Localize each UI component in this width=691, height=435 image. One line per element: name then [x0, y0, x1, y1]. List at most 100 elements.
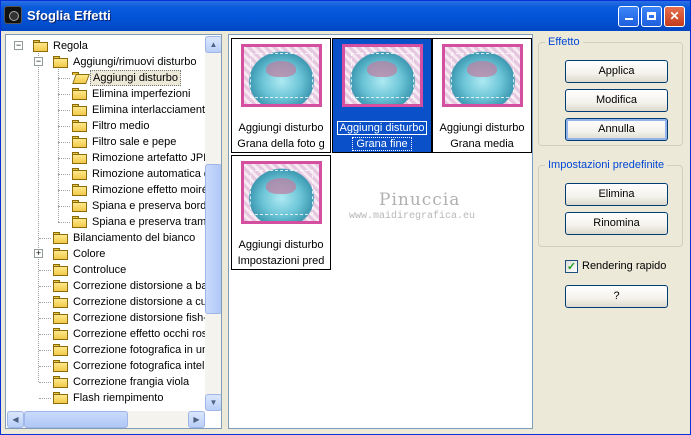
preset-card[interactable]: Aggiungi disturbo Grana della foto g — [231, 38, 331, 153]
folder-icon — [53, 56, 68, 68]
fast-render-checkbox[interactable]: ✓ — [565, 260, 578, 273]
scroll-left-button[interactable]: ◀ — [7, 411, 24, 428]
tree-item[interactable]: Spiana e preserva bordi — [6, 198, 209, 214]
tree-connector — [39, 286, 51, 287]
tree-item[interactable]: Filtro sale e pepe — [6, 134, 204, 150]
tree-item[interactable]: Flash riempimento — [6, 390, 204, 406]
tree-item-label: Correzione frangia viola — [73, 376, 190, 388]
tree-item[interactable]: Correzione distorsione a cuscinetto — [6, 294, 221, 310]
folder-icon — [53, 280, 68, 292]
effects-browser-window: Sfoglia Effetti ✕ − Regola − Aggiungi/rimuo… — [0, 0, 691, 435]
folder-icon — [72, 120, 87, 132]
tree-item[interactable]: − Aggiungi/rimuovi disturbo — [6, 54, 204, 70]
tree-item-label: Correzione distorsione fish-eye — [73, 312, 222, 324]
tree-item[interactable]: Elimina imperfezioni — [6, 86, 204, 102]
close-icon: ✕ — [669, 9, 680, 23]
rename-preset-button[interactable]: Rinomina — [565, 212, 668, 235]
tree-connector — [58, 158, 70, 159]
modify-button[interactable]: Modifica — [565, 89, 668, 112]
cancel-button[interactable]: Annulla — [565, 118, 668, 141]
folder-icon — [72, 152, 87, 164]
title-bar[interactable]: Sfoglia Effetti ✕ — [1, 1, 690, 31]
tree-item[interactable]: + Colore — [6, 246, 204, 262]
tree-item[interactable]: Correzione fotografica intelligente — [6, 358, 221, 374]
tree-item[interactable]: Correzione distorsione a barilotto — [6, 278, 221, 294]
tree-item-label: Aggiungi disturbo — [90, 70, 182, 86]
tree-connector — [58, 126, 70, 127]
preset-card[interactable]: Aggiungi disturbo Impostazioni pred — [231, 155, 331, 270]
tree-item[interactable]: Filtro medio — [6, 118, 204, 134]
tree-item-label: Bilanciamento del bianco — [73, 232, 196, 244]
preset-effect-name: Aggiungi disturbo — [439, 122, 525, 134]
scroll-right-icon: ▶ — [193, 415, 200, 424]
tree-item[interactable]: Elimina interlacciamento — [6, 102, 211, 118]
tree-item-label: Spiana e preserva bordi — [92, 200, 209, 212]
tree-item[interactable]: Correzione distorsione fish-eye — [6, 310, 221, 326]
tree-item-label: Rimozione artefatto JPEG — [92, 152, 220, 164]
minimize-icon — [624, 18, 633, 20]
delete-preset-button[interactable]: Elimina — [565, 183, 668, 206]
scroll-down-button[interactable]: ▼ — [205, 394, 221, 411]
tree-vertical-scrollbar[interactable]: ▲ ▼ — [205, 36, 221, 411]
preset-thumbnail — [241, 161, 322, 224]
tree-item-label: Rimozione effetto moiré — [92, 184, 208, 196]
tree-connector — [58, 110, 70, 111]
tree-item[interactable]: Bilanciamento del bianco — [6, 230, 204, 246]
tree-item[interactable]: Rimozione effetto moiré — [6, 182, 208, 198]
tree-item[interactable]: Correzione fotografica in un passaggio — [6, 342, 221, 358]
folder-icon — [72, 168, 87, 180]
preset-card-selected[interactable]: Aggiungi disturbo Grana fine — [332, 38, 432, 153]
scroll-left-icon: ◀ — [12, 415, 19, 424]
tree-item[interactable]: Controluce — [6, 262, 204, 278]
tree-connector — [39, 382, 51, 383]
tree-item-label: Correzione distorsione a barilotto — [73, 280, 222, 292]
tree-item-label: Aggiungi/rimuovi disturbo — [73, 56, 197, 68]
tree-item[interactable]: Correzione frangia viola — [6, 374, 204, 390]
folder-icon — [53, 232, 68, 244]
scroll-up-button[interactable]: ▲ — [205, 36, 221, 53]
folder-icon — [53, 248, 68, 260]
tree-item[interactable]: Aggiungi disturbo — [6, 70, 204, 86]
tree-item[interactable]: − Regola — [6, 38, 204, 54]
folder-icon — [72, 216, 87, 228]
tree-item-label: Flash riempimento — [73, 392, 164, 404]
collapse-icon[interactable]: − — [14, 41, 23, 50]
preset-effect-name: Aggiungi disturbo — [238, 239, 324, 251]
tree-item[interactable]: Rimozione automatica disturbo — [6, 166, 221, 182]
preset-name: Grana media — [450, 138, 514, 150]
watermark-name: Pinuccia — [379, 190, 461, 210]
folder-icon — [72, 104, 87, 116]
expand-icon[interactable]: + — [34, 249, 43, 258]
tree-horizontal-scrollbar[interactable]: ◀ ▶ — [7, 411, 205, 428]
tree-item[interactable]: Spiana e preserva trama — [6, 214, 212, 230]
scroll-down-icon: ▼ — [209, 398, 218, 407]
vertical-scroll-thumb[interactable] — [205, 164, 221, 314]
minimize-button[interactable] — [618, 6, 639, 27]
help-button[interactable]: ? — [565, 285, 668, 308]
tree-item-label: Correzione fotografica in un passaggio — [73, 344, 221, 356]
effects-tree[interactable]: − Regola − Aggiungi/rimuovi disturbo Aggiung… — [5, 34, 222, 429]
presets-group: Impostazioni predefinite Elimina Rinomin… — [538, 159, 683, 247]
tree-item-label: Spiana e preserva trama — [92, 216, 213, 228]
tree-connector — [39, 366, 51, 367]
tree-connector — [39, 350, 51, 351]
folder-icon — [53, 264, 68, 276]
tree-connector — [39, 398, 51, 399]
preset-card[interactable]: Aggiungi disturbo Grana media — [432, 38, 532, 153]
tree-item-label: Filtro medio — [92, 120, 150, 132]
maximize-button[interactable] — [641, 6, 662, 27]
tree-item[interactable]: Correzione effetto occhi rossi — [6, 326, 215, 342]
horizontal-scroll-thumb[interactable] — [24, 411, 128, 428]
collapse-icon[interactable]: − — [34, 57, 43, 66]
close-button[interactable]: ✕ — [664, 6, 685, 27]
tree-item-label: Elimina imperfezioni — [92, 88, 191, 100]
presets-group-title: Impostazioni predefinite — [545, 159, 668, 171]
preset-effect-name: Aggiungi disturbo — [337, 121, 427, 135]
tree-connector — [58, 206, 70, 207]
tree-connector — [58, 190, 70, 191]
tree-item[interactable]: Rimozione artefatto JPEG — [6, 150, 219, 166]
scroll-right-button[interactable]: ▶ — [188, 411, 205, 428]
folder-icon — [72, 200, 87, 212]
tree-connector — [58, 142, 70, 143]
apply-button[interactable]: Applica — [565, 60, 668, 83]
